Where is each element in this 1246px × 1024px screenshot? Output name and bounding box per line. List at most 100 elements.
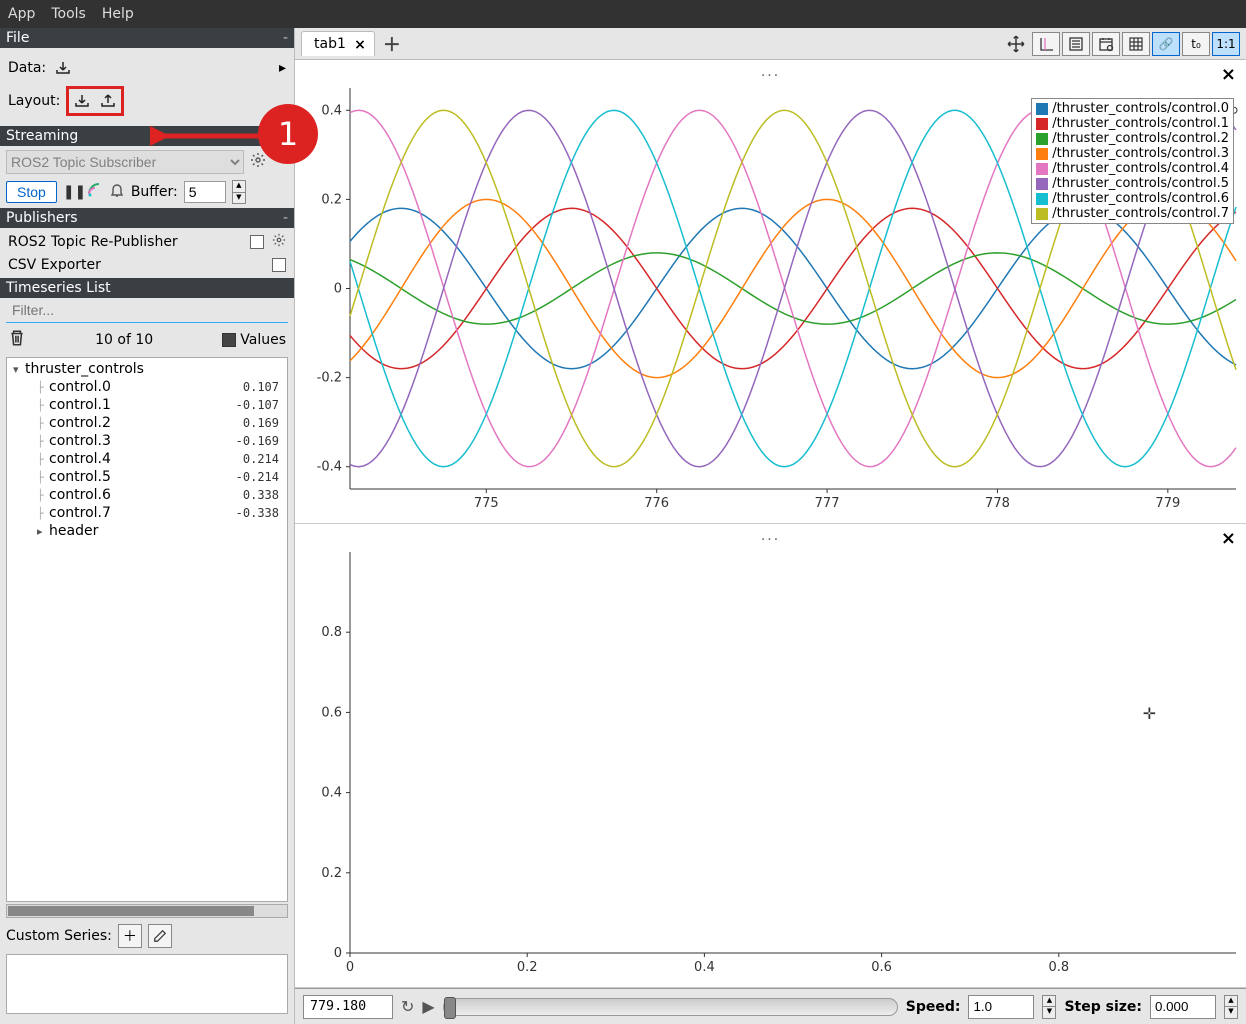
step-spinner[interactable]: ▲▼ [1224, 995, 1238, 1019]
streaming-header-label: Streaming [6, 128, 78, 144]
layout-label: Layout: [8, 93, 60, 109]
legend-swatch [1036, 103, 1048, 115]
streaming-source-select[interactable]: ROS2 Topic Subscriber [6, 150, 244, 174]
tree-expand-icon[interactable]: ▸ [37, 525, 49, 538]
grid-tool-icon[interactable] [1122, 32, 1150, 56]
tree-item-value: -0.107 [236, 398, 283, 412]
tree-item-label: control.0 [49, 379, 111, 395]
list-tool-icon[interactable] [1062, 32, 1090, 56]
pause-icon[interactable]: ❚❚ [63, 184, 81, 200]
publisher-ros2-checkbox[interactable] [250, 235, 264, 249]
tree-item[interactable]: ├control.60.338 [9, 486, 285, 504]
filter-input[interactable] [6, 298, 288, 323]
ratio-tool-icon[interactable]: 1:1 [1212, 32, 1240, 56]
tree-item[interactable]: ├control.00.107 [9, 378, 285, 396]
svg-text:777: 777 [815, 496, 840, 511]
values-toggle-icon[interactable] [222, 333, 236, 347]
legend-item[interactable]: /thruster_controls/control.2 [1036, 131, 1229, 146]
menu-tools[interactable]: Tools [51, 6, 86, 22]
plot-bottom[interactable]: ... × 00.20.40.60.800.20.40.60.8 ✛ [295, 524, 1246, 988]
tab-close-icon[interactable]: × [354, 37, 366, 53]
tree-item[interactable]: ├control.7-0.338 [9, 504, 285, 522]
streaming-settings-icon[interactable] [250, 152, 266, 172]
file-collapse-icon[interactable]: - [283, 30, 288, 46]
axes-tool-icon[interactable] [1032, 32, 1060, 56]
buffer-input[interactable] [184, 181, 226, 203]
plot-cursor-icon: ✛ [1143, 704, 1156, 723]
tree-item-value: 0.214 [243, 452, 283, 466]
svg-text:0.8: 0.8 [321, 625, 342, 640]
legend-item[interactable]: /thruster_controls/control.0 [1036, 101, 1229, 116]
legend-item[interactable]: /thruster_controls/control.6 [1036, 191, 1229, 206]
plot-top[interactable]: ... × -0.4-0.200.20.4775776777778779 /th… [295, 60, 1246, 524]
publishers-collapse-icon[interactable]: - [283, 210, 288, 226]
legend-item[interactable]: /thruster_controls/control.4 [1036, 161, 1229, 176]
timeseries-tree[interactable]: ▾ thruster_controls ├control.00.107├cont… [6, 357, 288, 902]
tree-header-label[interactable]: header [49, 523, 98, 539]
svg-text:775: 775 [474, 496, 499, 511]
timeseries-section-header: Timeseries List [0, 278, 294, 298]
publisher-ros2-gear-icon[interactable] [272, 233, 286, 251]
layout-export-icon[interactable] [97, 91, 119, 111]
publisher-ros2-label: ROS2 Topic Re-Publisher [8, 234, 178, 250]
tree-item[interactable]: ├control.1-0.107 [9, 396, 285, 414]
menu-help[interactable]: Help [102, 6, 134, 22]
tree-item[interactable]: ├control.20.169 [9, 414, 285, 432]
link-tool-icon[interactable]: 🔗 [1152, 32, 1180, 56]
svg-text:0.4: 0.4 [694, 960, 715, 975]
layout-import-icon[interactable] [71, 91, 93, 111]
svg-text:0.4: 0.4 [321, 786, 342, 801]
legend-swatch [1036, 148, 1048, 160]
legend-label: /thruster_controls/control.6 [1052, 191, 1229, 206]
calendar-tool-icon[interactable] [1092, 32, 1120, 56]
legend-item[interactable]: /thruster_controls/control.3 [1036, 146, 1229, 161]
legend-item[interactable]: /thruster_controls/control.5 [1036, 176, 1229, 191]
tree-item-label: control.3 [49, 433, 111, 449]
publisher-csv-checkbox[interactable] [272, 258, 286, 272]
custom-series-list[interactable] [6, 954, 288, 1014]
play-icon[interactable]: ▶ [422, 997, 434, 1016]
wifi-icon[interactable] [87, 182, 103, 202]
svg-text:0.2: 0.2 [321, 866, 342, 881]
legend-item[interactable]: /thruster_controls/control.7 [1036, 206, 1229, 221]
step-input[interactable] [1150, 995, 1216, 1019]
legend-swatch [1036, 163, 1048, 175]
t0-tool-icon[interactable]: t₀ [1182, 32, 1210, 56]
custom-add-button[interactable]: ＋ [118, 924, 142, 948]
tab-tab1[interactable]: tab1 × [301, 31, 375, 56]
tree-item-value: -0.338 [236, 506, 283, 520]
stop-button[interactable]: Stop [6, 181, 57, 203]
legend-label: /thruster_controls/control.7 [1052, 206, 1229, 221]
step-label: Step size: [1064, 999, 1142, 1015]
tab-add-button[interactable]: ＋ [383, 31, 401, 57]
bell-icon[interactable] [109, 182, 125, 202]
svg-text:779: 779 [1155, 496, 1180, 511]
data-more-icon[interactable]: ▸ [279, 60, 286, 76]
delete-icon[interactable] [8, 329, 26, 351]
svg-text:0: 0 [334, 946, 342, 961]
buffer-spinner[interactable]: ▲▼ [232, 180, 246, 204]
loop-icon[interactable]: ↻ [401, 997, 414, 1016]
speed-spinner[interactable]: ▲▼ [1042, 995, 1056, 1019]
tree-item[interactable]: ├control.3-0.169 [9, 432, 285, 450]
svg-text:778: 778 [985, 496, 1010, 511]
tree-item[interactable]: ├control.40.214 [9, 450, 285, 468]
move-tool-icon[interactable] [1002, 32, 1030, 56]
tree-root-label[interactable]: thruster_controls [25, 361, 144, 377]
tab-label: tab1 [314, 36, 346, 52]
time-input[interactable] [303, 995, 393, 1019]
tree-item[interactable]: ├control.5-0.214 [9, 468, 285, 486]
time-slider[interactable] [443, 998, 898, 1016]
legend-item[interactable]: /thruster_controls/control.1 [1036, 116, 1229, 131]
custom-edit-button[interactable] [148, 924, 172, 948]
tree-collapse-icon[interactable]: ▾ [13, 363, 25, 376]
tree-hscrollbar[interactable] [6, 904, 288, 918]
data-import-icon[interactable] [52, 58, 74, 78]
menu-app[interactable]: App [8, 6, 35, 22]
plot-top-legend[interactable]: /thruster_controls/control.0/thruster_co… [1031, 98, 1234, 224]
publishers-section-header: Publishers - [0, 208, 294, 228]
svg-text:-0.4: -0.4 [317, 460, 342, 475]
legend-label: /thruster_controls/control.0 [1052, 101, 1229, 116]
speed-input[interactable] [968, 995, 1034, 1019]
svg-text:0.8: 0.8 [1048, 960, 1069, 975]
